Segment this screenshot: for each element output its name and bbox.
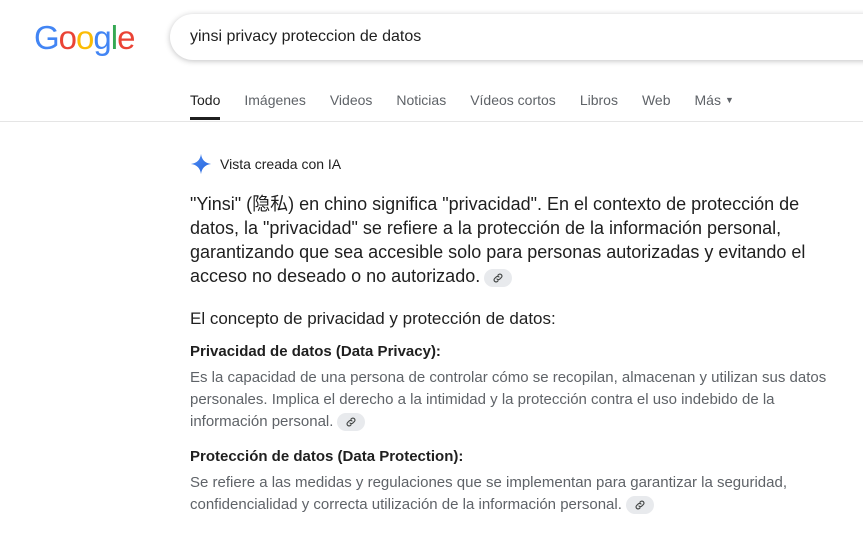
logo-letter: G [34,19,60,56]
search-box[interactable] [170,14,863,60]
overview-item: Protección de datos (Data Protection): S… [190,447,830,516]
tabs-divider [0,121,863,122]
tab-web[interactable]: Web [642,82,671,120]
source-link-button[interactable] [625,496,654,514]
logo-letter: e [117,19,135,56]
logo-letter: g [93,19,111,56]
logo-letter: o [58,19,77,56]
search-results-page: Google Todo Imágenes Videos Noticias Víd… [0,0,863,538]
overview-item: Privacidad de datos (Data Privacy): Es l… [190,342,830,433]
tab-libros[interactable]: Libros [580,82,618,120]
item-text: Se refiere a las medidas y regulaciones … [190,472,830,516]
search-tabs: Todo Imágenes Videos Noticias Vídeos cor… [190,82,758,122]
tab-mas[interactable]: Más ▼ [695,82,734,120]
link-icon [635,500,645,510]
tab-noticias[interactable]: Noticias [396,82,446,120]
section-title: El concepto de privacidad y protección d… [190,309,556,328]
item-text-body: Es la capacidad de una persona de contro… [190,369,827,430]
tab-imagenes[interactable]: Imágenes [244,82,305,120]
ai-summary: "Yinsi" (隐私) en chino significa "privaci… [190,192,830,288]
source-link-button[interactable] [337,413,366,431]
tab-videos[interactable]: Videos [330,82,373,120]
item-text: Es la capacidad de una persona de contro… [190,367,830,433]
tab-videos-cortos[interactable]: Vídeos cortos [470,82,556,120]
caret-down-icon: ▼ [724,95,734,105]
item-title: Protección de datos (Data Protection): [190,448,464,465]
source-link-button[interactable] [484,269,513,287]
tab-todo[interactable]: Todo [190,82,221,120]
link-icon [493,273,503,283]
search-input[interactable] [190,28,830,46]
link-icon [346,417,356,427]
tab-mas-label: Más [694,92,721,108]
sparkle-icon [190,153,212,175]
ai-overview-content: "Yinsi" (隐私) en chino significa "privaci… [190,192,830,530]
logo-letter: o [76,19,94,56]
ai-overview-title: Vista creada con IA [220,156,342,172]
google-logo[interactable]: Google [34,18,135,58]
ai-overview-header: Vista creada con IA [190,153,341,175]
item-title: Privacidad de datos (Data Privacy): [190,343,441,360]
item-text-body: Se refiere a las medidas y regulaciones … [190,474,788,513]
